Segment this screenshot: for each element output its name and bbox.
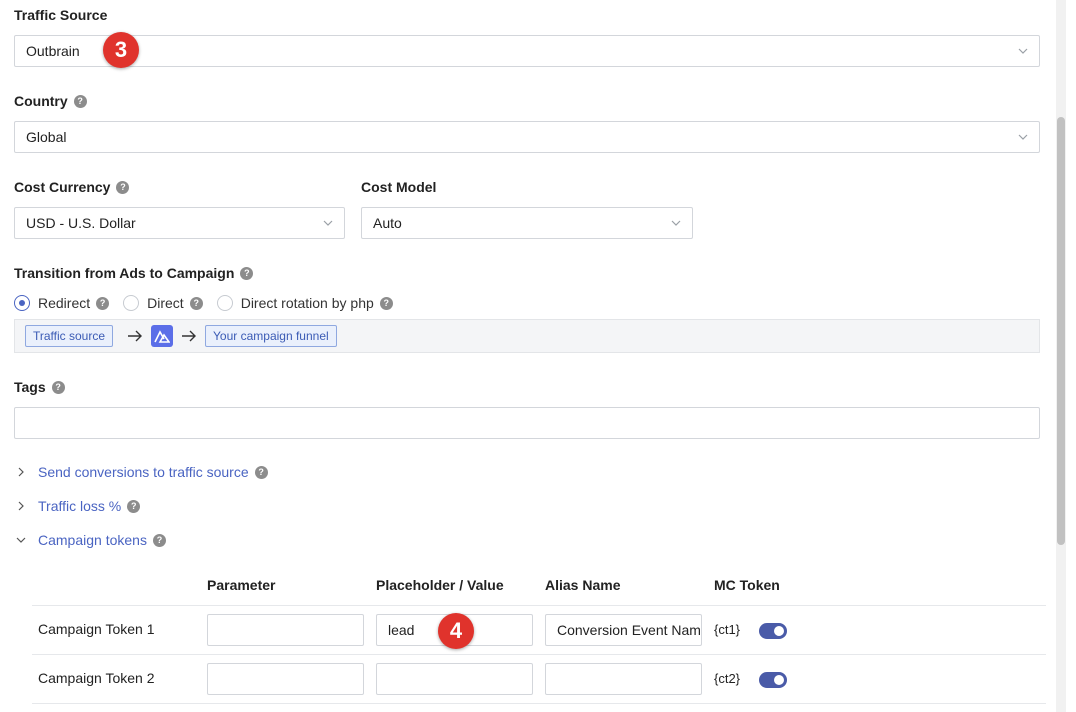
- traffic-source-value: Outbrain: [26, 43, 80, 59]
- section-label: Traffic loss %: [38, 498, 122, 514]
- radio-circle: [216, 295, 233, 311]
- chevron-right-icon: [18, 501, 24, 511]
- row-divider: [32, 654, 1046, 655]
- row-divider: [32, 703, 1046, 704]
- tags-label: Tags ?: [14, 379, 65, 395]
- cost-model-label: Cost Model: [361, 179, 437, 195]
- radio-label: Direct: [147, 295, 184, 311]
- chevron-down-icon: [323, 220, 333, 226]
- alias-input[interactable]: Conversion Event Name: [545, 614, 702, 646]
- alias-input[interactable]: [545, 663, 702, 695]
- row-divider: [32, 605, 1046, 606]
- column-header-mc-token: MC Token: [714, 577, 780, 593]
- help-icon[interactable]: ?: [51, 380, 65, 394]
- token-row-label: Campaign Token 1: [38, 621, 155, 637]
- cost-currency-value: USD - U.S. Dollar: [26, 215, 136, 231]
- mc-token-toggle[interactable]: [759, 672, 787, 688]
- tags-input[interactable]: [14, 407, 1040, 439]
- help-icon[interactable]: ?: [96, 296, 110, 310]
- chevron-down-icon: [1018, 48, 1028, 54]
- scrollbar-thumb[interactable]: [1057, 117, 1065, 545]
- radio-label: Direct rotation by php: [240, 295, 374, 311]
- section-label: Send conversions to traffic source: [38, 464, 249, 480]
- campaign-tokens-toggle[interactable]: Campaign tokens?: [14, 532, 166, 548]
- cost-currency-label: Cost Currency ?: [14, 179, 130, 195]
- send-conversions-toggle[interactable]: Send conversions to traffic source?: [14, 464, 268, 480]
- chevron-down-icon: [1018, 134, 1028, 140]
- annotation-badge-4: 4: [438, 613, 474, 649]
- help-icon[interactable]: ?: [116, 180, 130, 194]
- help-icon[interactable]: ?: [127, 499, 141, 513]
- transition-radio-group: Redirect? Direct? Direct rotation by php…: [14, 295, 407, 311]
- country-select[interactable]: Global: [14, 121, 1040, 153]
- mc-token-toggle[interactable]: [759, 623, 787, 639]
- mc-token-value: {ct2}: [714, 671, 741, 686]
- chevron-down-icon: [671, 220, 681, 226]
- arrow-right-icon: [182, 330, 197, 342]
- transition-flow-diagram: Traffic source Your campaign funnel: [14, 319, 1040, 353]
- placeholder-input[interactable]: [376, 663, 533, 695]
- help-icon[interactable]: ?: [379, 296, 393, 310]
- cost-model-value: Auto: [373, 215, 402, 231]
- traffic-loss-toggle[interactable]: Traffic loss %?: [14, 498, 141, 514]
- help-icon[interactable]: ?: [254, 465, 268, 479]
- radio-direct[interactable]: Direct?: [123, 295, 203, 311]
- country-label: Country ?: [14, 93, 87, 109]
- parameter-input[interactable]: [207, 663, 364, 695]
- chevron-right-icon: [18, 467, 24, 477]
- chevron-down-icon: [16, 537, 26, 543]
- tracker-logo-icon: [151, 325, 174, 347]
- column-header-parameter: Parameter: [207, 577, 276, 593]
- alias-value: Conversion Event Name: [557, 622, 702, 638]
- section-label: Campaign tokens: [38, 532, 147, 548]
- help-icon[interactable]: ?: [152, 533, 166, 547]
- placeholder-value: lead: [388, 622, 415, 638]
- cost-model-select[interactable]: Auto: [361, 207, 693, 239]
- flow-target-chip: Your campaign funnel: [205, 325, 337, 347]
- help-icon[interactable]: ?: [73, 94, 87, 108]
- help-icon[interactable]: ?: [240, 266, 254, 280]
- column-header-alias: Alias Name: [545, 577, 621, 593]
- column-header-placeholder: Placeholder / Value: [376, 577, 504, 593]
- help-icon[interactable]: ?: [189, 296, 203, 310]
- arrow-right-icon: [128, 330, 143, 342]
- radio-circle-selected: [14, 295, 30, 311]
- token-row-label: Campaign Token 2: [38, 670, 155, 686]
- traffic-source-label: Traffic Source: [14, 7, 108, 23]
- vertical-scrollbar[interactable]: [1056, 0, 1066, 712]
- cost-currency-select[interactable]: USD - U.S. Dollar: [14, 207, 345, 239]
- country-value: Global: [26, 129, 67, 145]
- radio-circle: [123, 295, 140, 311]
- transition-label: Transition from Ads to Campaign ?: [14, 265, 254, 281]
- mc-token-value: {ct1}: [714, 622, 741, 637]
- radio-label: Redirect: [38, 295, 91, 311]
- radio-redirect[interactable]: Redirect?: [14, 295, 110, 311]
- flow-source-chip: Traffic source: [25, 325, 114, 347]
- annotation-badge-3: 3: [103, 32, 139, 68]
- parameter-input[interactable]: [207, 614, 364, 646]
- radio-direct-rotation[interactable]: Direct rotation by php?: [216, 295, 393, 311]
- traffic-source-select[interactable]: Outbrain: [14, 35, 1040, 67]
